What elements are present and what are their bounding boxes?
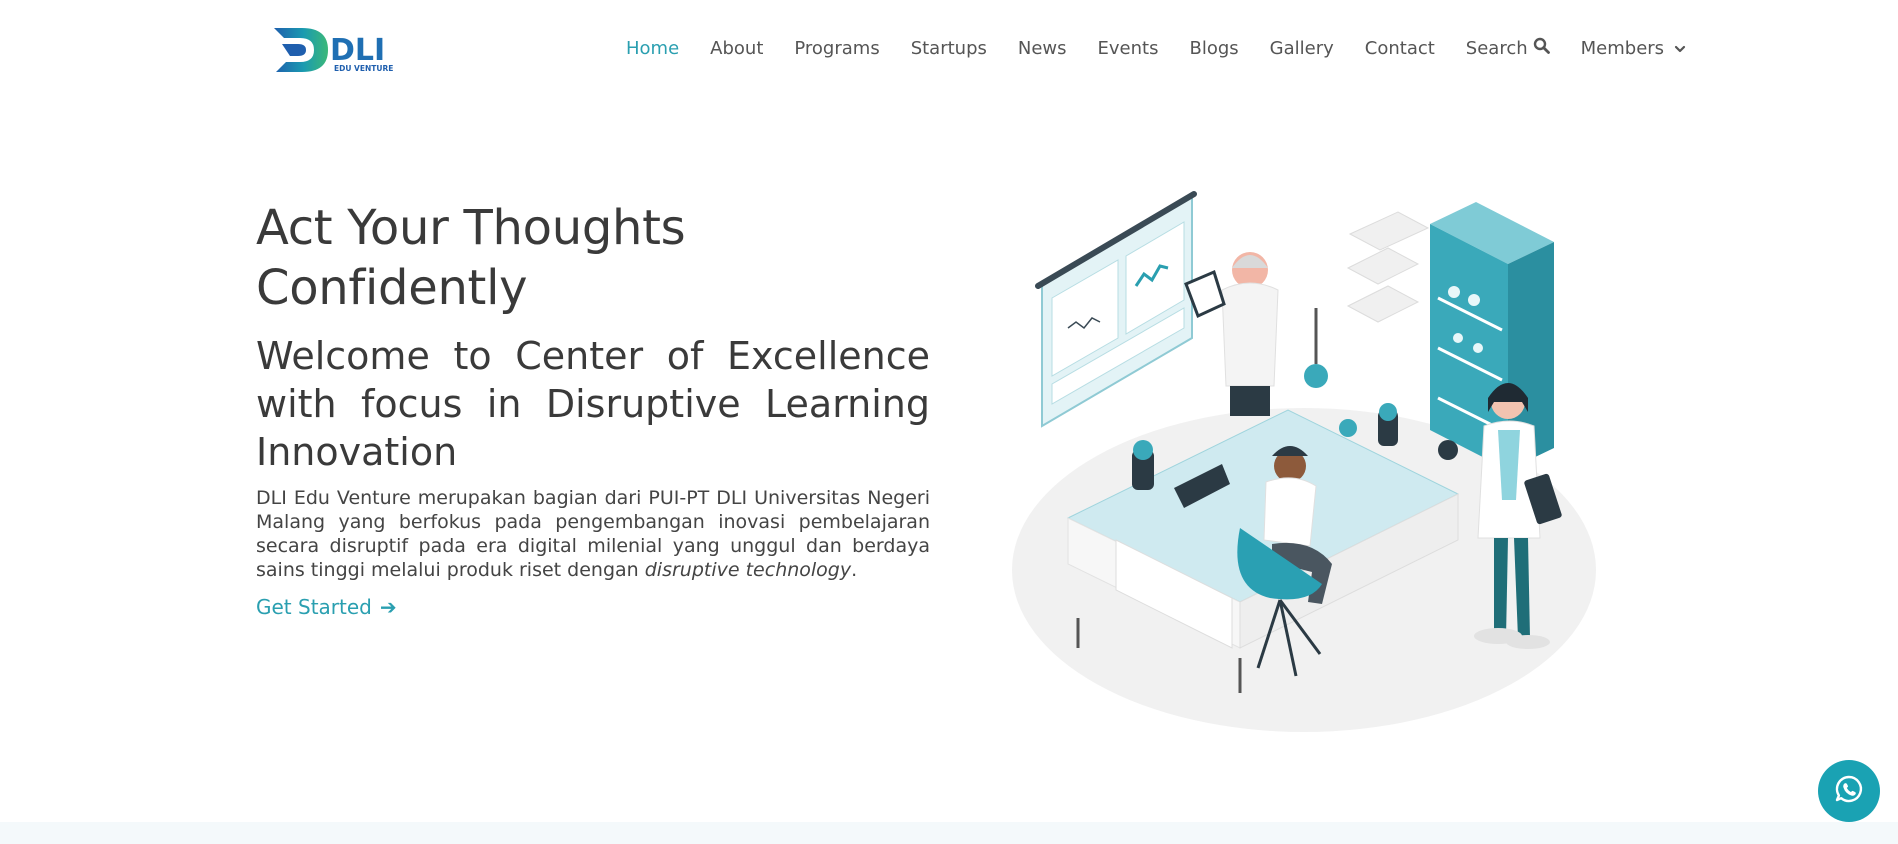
hero-title: Act Your Thoughts Confidently: [256, 200, 686, 316]
hero-section: Act Your Thoughts Confidently Welcome to…: [256, 198, 930, 619]
nav-programs[interactable]: Programs: [794, 38, 879, 59]
main-nav: Home About Programs Startups News Events…: [626, 36, 1686, 60]
svg-text:EDU VENTURE: EDU VENTURE: [334, 64, 393, 73]
hero-subtitle: Welcome to Center of Excellence with foc…: [256, 334, 930, 474]
whatsapp-button[interactable]: [1818, 760, 1880, 822]
search-icon: [1533, 37, 1550, 59]
get-started-link[interactable]: Get Started ➔: [256, 595, 397, 619]
site-header: DLI EDU VENTURE Home About Programs Star…: [0, 0, 1898, 100]
nav-contact[interactable]: Contact: [1365, 38, 1435, 59]
nav-home[interactable]: Home: [626, 38, 679, 59]
laboratory-illustration: [1008, 188, 1600, 736]
svg-text:DLI: DLI: [330, 33, 385, 68]
nav-events[interactable]: Events: [1098, 38, 1159, 59]
hero-description: DLI Edu Venture merupakan bagian dari PU…: [256, 487, 930, 581]
nav-about[interactable]: About: [710, 38, 763, 59]
whatsapp-icon: [1834, 774, 1864, 808]
nav-search[interactable]: Search: [1466, 37, 1550, 59]
chevron-down-icon: [1674, 38, 1686, 59]
dli-logo[interactable]: DLI EDU VENTURE: [272, 24, 402, 76]
next-section-band: [0, 822, 1898, 844]
nav-blogs[interactable]: Blogs: [1189, 38, 1238, 59]
arrow-right-icon: ➔: [379, 595, 397, 619]
hero-description-emphasis: disruptive technology: [644, 559, 852, 581]
nav-members[interactable]: Members: [1581, 38, 1686, 59]
nav-gallery[interactable]: Gallery: [1270, 38, 1334, 59]
nav-news[interactable]: News: [1018, 38, 1067, 59]
nav-startups[interactable]: Startups: [911, 38, 987, 59]
